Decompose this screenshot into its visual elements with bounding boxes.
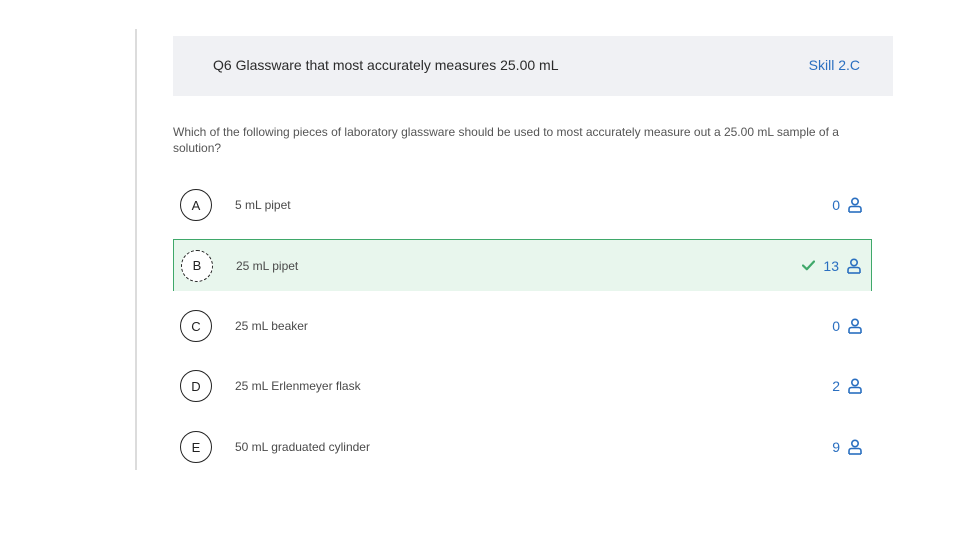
choice-text: 25 mL beaker [235, 319, 308, 333]
choice-e[interactable]: E 50 mL graduated cylinder 9 [173, 421, 872, 473]
response-count-group: 13 [802, 258, 861, 274]
response-count: 0 [832, 318, 840, 334]
choice-letter: C [180, 310, 212, 342]
question-prompt: Which of the following pieces of laborat… [173, 125, 839, 155]
choice-text: 5 mL pipet [235, 198, 291, 212]
response-count: 9 [832, 439, 840, 455]
choice-letter: A [180, 189, 212, 221]
choice-a[interactable]: A 5 mL pipet 0 [173, 179, 872, 231]
choice-text: 25 mL Erlenmeyer flask [235, 379, 361, 393]
response-count-group: 0 [832, 197, 862, 213]
response-count: 2 [832, 378, 840, 394]
check-icon [802, 260, 816, 271]
choice-c[interactable]: C 25 mL beaker 0 [173, 300, 872, 352]
user-icon[interactable] [848, 439, 862, 455]
skill-link[interactable]: Skill 2.C [809, 57, 860, 73]
question-header: Q6 Glassware that most accurately measur… [173, 36, 893, 96]
response-count-group: 9 [832, 439, 862, 455]
choice-letter: D [180, 370, 212, 402]
user-icon[interactable] [848, 318, 862, 334]
choice-text: 50 mL graduated cylinder [235, 440, 370, 454]
response-count-group: 2 [832, 378, 862, 394]
user-icon[interactable] [848, 378, 862, 394]
page: Q6 Glassware that most accurately measur… [0, 0, 960, 540]
response-count: 0 [832, 197, 840, 213]
left-divider [135, 29, 137, 470]
choice-text: 25 mL pipet [236, 258, 299, 273]
choice-b[interactable]: B 25 mL pipet 13 [173, 239, 872, 291]
choice-d[interactable]: D 25 mL Erlenmeyer flask 2 [173, 360, 872, 412]
question-title: Q6 Glassware that most accurately measur… [213, 57, 559, 73]
user-icon[interactable] [847, 257, 861, 274]
response-count: 13 [823, 257, 839, 274]
user-icon[interactable] [848, 197, 862, 213]
choice-letter: B [181, 249, 213, 282]
choice-letter: E [180, 431, 212, 463]
response-count-group: 0 [832, 318, 862, 334]
